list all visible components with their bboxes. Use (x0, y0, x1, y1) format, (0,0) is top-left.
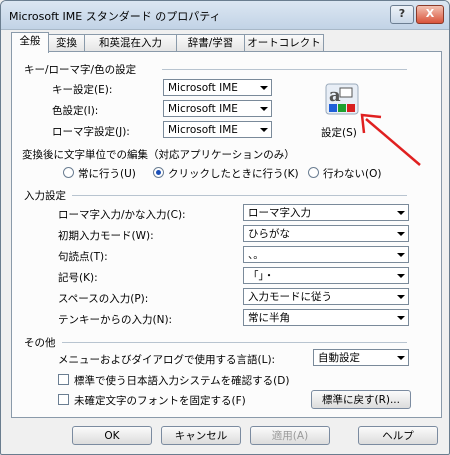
language-dropdown[interactable]: 自動設定 (313, 349, 409, 366)
numpad-input-dropdown[interactable]: 常に半角 (243, 309, 409, 326)
radio-on-click[interactable] (153, 167, 164, 178)
window-title: Microsoft IME スタンダード のプロパティ (9, 10, 221, 23)
tab-mixed-input[interactable]: 和英混在入力 (84, 34, 177, 52)
romaji-setting-dropdown[interactable]: Microsoft IME (163, 121, 272, 138)
title-bar[interactable]: Microsoft IME スタンダード のプロパティ ? X (1, 1, 449, 30)
confirm-ime-checkbox[interactable] (58, 374, 69, 385)
chevron-down-icon (256, 80, 271, 95)
space-input-dropdown[interactable]: 入力モードに従う (243, 288, 409, 305)
conversion-section-header: 変換後に文字単位での編集（対応アプリケーションのみ） (22, 149, 295, 161)
confirm-ime-label: 標準で使う日本語入力システムを確認する(D) (74, 375, 290, 387)
fixed-font-label: 未確定文字のフォントを固定する(F) (74, 395, 246, 407)
radio-always[interactable] (63, 167, 74, 178)
input-method-label: ローマ字入力/かな入力(C): (58, 209, 186, 221)
fixed-font-checkbox[interactable] (58, 394, 69, 405)
key-setting-dropdown[interactable]: Microsoft IME (163, 79, 272, 96)
chevron-down-icon (256, 122, 271, 137)
chevron-down-icon (393, 205, 408, 220)
key-section-header: キー/ローマ字/色の設定 (24, 64, 137, 76)
language-label: メニューおよびダイアログで使用する言語(L): (58, 354, 276, 366)
radio-on-click-label: クリックしたときに行う(K) (168, 168, 299, 180)
initial-mode-dropdown[interactable]: ひらがな (243, 225, 409, 242)
general-panel: キー/ローマ字/色の設定 キー設定(E): Microsoft IME 色設定(… (11, 51, 442, 418)
numpad-input-label: テンキーからの入力(N): (58, 314, 173, 326)
help-button[interactable]: ヘルプ (358, 426, 438, 445)
chevron-down-icon (393, 226, 408, 241)
symbol-label: 記号(K): (58, 272, 98, 284)
input-method-dropdown[interactable]: ローマ字入力 (243, 204, 409, 221)
chevron-down-icon (393, 310, 408, 325)
symbol-dropdown[interactable]: 「」・ (243, 267, 409, 284)
tab-general[interactable]: 全般 (11, 32, 49, 53)
romaji-setting-label: ローマ字設定(J): (52, 126, 130, 138)
punctuation-label: 句読点(T): (58, 251, 108, 263)
chevron-down-icon (393, 268, 408, 283)
help-title-button[interactable]: ? (390, 5, 414, 24)
key-setting-label: キー設定(E): (52, 84, 113, 96)
chevron-down-icon (256, 101, 271, 116)
chevron-down-icon (393, 350, 408, 365)
chevron-down-icon (393, 289, 408, 304)
tab-autocorrect[interactable]: オートコレクト (244, 34, 324, 52)
radio-never-label: 行わない(O) (323, 168, 382, 180)
punctuation-dropdown[interactable]: 、。 (243, 246, 409, 263)
initial-mode-label: 初期入力モード(W): (58, 230, 154, 242)
space-input-label: スペースの入力(P): (58, 293, 149, 305)
color-setting-label: 色設定(I): (52, 105, 99, 117)
apply-button[interactable]: 適用(A) (250, 426, 330, 445)
input-section-header: 入力設定 (24, 190, 66, 202)
other-section-header: その他 (24, 337, 56, 349)
properties-window: Microsoft IME スタンダード のプロパティ ? X 全般 変換 和英… (0, 0, 450, 455)
settings-label[interactable]: 設定(S) (321, 125, 357, 140)
radio-always-label: 常に行う(U) (78, 168, 136, 180)
cancel-button[interactable]: キャンセル (161, 426, 241, 445)
divider (162, 69, 407, 70)
divider (72, 195, 407, 196)
reset-defaults-button[interactable]: 標準に戻す(R)... (311, 390, 411, 409)
close-button[interactable]: X (416, 5, 444, 24)
ok-button[interactable]: OK (72, 426, 152, 445)
tab-dictionary[interactable]: 辞書/学習 (176, 34, 245, 52)
color-setting-dropdown[interactable]: Microsoft IME (163, 100, 272, 117)
tab-conversion[interactable]: 変換 (48, 34, 85, 52)
divider (62, 342, 407, 343)
radio-never[interactable] (308, 167, 319, 178)
annotation-arrow-icon (360, 113, 421, 166)
chevron-down-icon (393, 247, 408, 262)
svg-text:a: a (329, 85, 341, 106)
